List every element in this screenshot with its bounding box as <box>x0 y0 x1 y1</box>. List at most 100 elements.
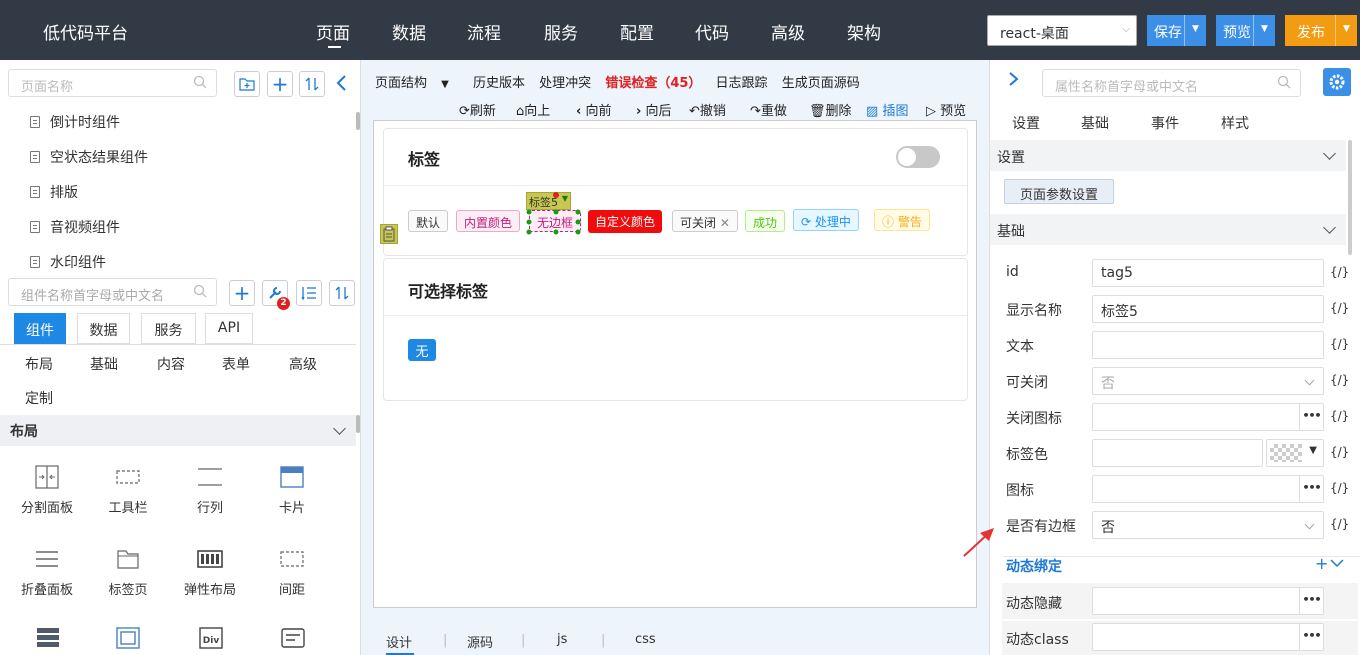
container-component-icon[interactable] <box>116 626 140 650</box>
component-search-input[interactable]: 组件名称首字母或中文名 <box>8 278 217 306</box>
tab-api[interactable]: API <box>205 313 253 344</box>
nav-code[interactable]: 代码 <box>682 19 742 44</box>
more-icon[interactable]: ••• <box>1299 404 1323 430</box>
toggle-switch[interactable] <box>896 146 940 168</box>
design-canvas[interactable]: 标签 标签5 ▼ 默认 内置颜色 无边框 自定义颜色 可关闭 ✕ 成功 ⟳ 处理中… <box>373 120 977 608</box>
close-icon[interactable]: ✕ <box>720 216 730 230</box>
move-forward-button[interactable]: ‹ 向前 <box>576 100 612 119</box>
fx-button[interactable]: {/} <box>1330 373 1349 387</box>
save-dropdown-icon[interactable]: ▼ <box>1184 15 1206 46</box>
tab-design[interactable]: 设计 <box>386 632 414 655</box>
env-select[interactable]: react-桌面 ⌵ <box>987 15 1137 46</box>
component-row-col[interactable]: 行列 <box>170 465 250 516</box>
settings-section-header[interactable]: 设置 <box>990 140 1346 171</box>
tag-borderless[interactable]: 无边框 <box>529 210 582 232</box>
tab-data[interactable]: 数据 <box>77 313 130 344</box>
category-form[interactable]: 表单 <box>222 354 250 374</box>
dyn-input-class[interactable]: ••• <box>1092 623 1324 651</box>
preview-dropdown-icon[interactable]: ▼ <box>1253 15 1275 46</box>
save-button[interactable]: 保存 ▼ <box>1147 15 1206 46</box>
tag-warning[interactable]: ⓘ 警告 <box>874 209 930 231</box>
category-basic[interactable]: 基础 <box>90 354 118 374</box>
tab-css[interactable]: css <box>635 632 656 647</box>
tab-js[interactable]: js <box>557 632 567 647</box>
error-check-button[interactable]: 错误检查（45） <box>605 76 701 91</box>
component-handle[interactable] <box>380 224 398 244</box>
property-settings-button[interactable] <box>1323 68 1351 96</box>
fx-button[interactable]: {/} <box>1330 409 1349 423</box>
tab-prop-settings[interactable]: 设置 <box>1012 113 1040 133</box>
page-tree-item[interactable]: 水印组件 <box>30 252 106 272</box>
tag-default[interactable]: 默认 <box>408 210 449 232</box>
nav-flow[interactable]: 流程 <box>454 19 514 44</box>
tab-source[interactable]: 源码 <box>467 632 493 651</box>
canvas-preview-button[interactable]: ▷ 预览 <box>926 100 966 119</box>
category-custom[interactable]: 定制 <box>25 388 53 408</box>
sort-components-button[interactable] <box>329 280 355 306</box>
category-advanced[interactable]: 高级 <box>289 354 317 374</box>
sort-pages-button[interactable] <box>299 71 325 97</box>
component-flex-layout[interactable]: 弹性布局 <box>170 547 250 598</box>
nav-architecture[interactable]: 架构 <box>834 19 894 44</box>
add-folder-button[interactable] <box>234 71 260 97</box>
dyn-input-hidden[interactable]: ••• <box>1092 587 1324 615</box>
page-tree-item[interactable]: 空状态结果组件 <box>30 147 148 167</box>
fx-button[interactable]: {/} <box>1330 301 1349 315</box>
tab-prop-basic[interactable]: 基础 <box>1081 113 1109 133</box>
nav-config[interactable]: 配置 <box>607 19 667 44</box>
page-tree-item[interactable]: 倒计时组件 <box>30 112 120 132</box>
nav-data[interactable]: 数据 <box>379 19 439 44</box>
collapse-panel-button[interactable] <box>334 71 350 95</box>
prop-input-tag-color[interactable] <box>1092 439 1263 467</box>
list-component-icon[interactable] <box>36 626 60 650</box>
tab-components[interactable]: 组件 <box>14 313 66 344</box>
prop-input-text[interactable] <box>1092 331 1324 359</box>
add-page-button[interactable]: + <box>267 71 293 97</box>
expand-panel-button[interactable] <box>1006 69 1020 89</box>
selected-component-label[interactable]: 标签5 ▼ <box>526 192 571 210</box>
gen-source-button[interactable]: 生成页面源码 <box>782 76 860 91</box>
color-picker[interactable]: ▼ <box>1266 439 1324 467</box>
list-order-button[interactable] <box>296 280 322 306</box>
prop-input-close-icon[interactable]: ••• <box>1092 403 1324 431</box>
undo-button[interactable]: ↶撤销 <box>689 100 726 119</box>
history-button[interactable]: 历史版本 <box>473 76 525 91</box>
tab-prop-events[interactable]: 事件 <box>1151 113 1179 133</box>
prop-input-id[interactable]: tag5 <box>1092 259 1324 287</box>
more-icon[interactable]: ••• <box>1299 624 1323 650</box>
fx-button[interactable]: {/} <box>1330 337 1349 351</box>
checkable-tag-card[interactable]: 可选择标签 无 <box>383 258 968 401</box>
component-tools-button[interactable]: 2 <box>262 280 290 310</box>
layout-section-header[interactable]: 布局 <box>0 415 356 446</box>
page-tree-scrollbar[interactable] <box>356 112 360 130</box>
prop-select-bordered[interactable]: 否 <box>1092 511 1324 539</box>
prop-input-display-name[interactable]: 标签5 <box>1092 295 1324 323</box>
properties-scrollbar[interactable] <box>1348 140 1352 255</box>
publish-dropdown-icon[interactable]: ▼ <box>1335 15 1357 46</box>
category-layout[interactable]: 布局 <box>25 354 53 374</box>
prop-input-icon[interactable]: ••• <box>1092 475 1324 503</box>
prop-select-closable[interactable]: 否 <box>1092 367 1324 395</box>
tag-closable[interactable]: 可关闭 ✕ <box>672 210 738 232</box>
component-space[interactable]: 间距 <box>252 547 332 598</box>
category-content[interactable]: 内容 <box>157 354 185 374</box>
add-binding-button[interactable]: + <box>1315 554 1328 573</box>
fx-button[interactable]: {/} <box>1330 445 1349 459</box>
tag-custom-color[interactable]: 自定义颜色 <box>588 210 663 233</box>
page-structure-menu[interactable]: 页面结构 ▼ <box>375 76 459 91</box>
page-search-input[interactable]: 页面名称 <box>8 69 217 97</box>
nav-page[interactable]: 页面 <box>303 19 363 44</box>
log-trace-button[interactable]: 日志跟踪 <box>716 76 768 91</box>
tab-prop-styles[interactable]: 样式 <box>1221 113 1249 133</box>
tab-services[interactable]: 服务 <box>141 313 196 344</box>
component-list-scrollbar[interactable] <box>356 415 360 433</box>
redo-button[interactable]: ↷重做 <box>750 100 787 119</box>
page-tree-item[interactable]: 排版 <box>30 182 78 202</box>
component-card[interactable]: 卡片 <box>252 465 332 516</box>
publish-button[interactable]: 发布 ▼ <box>1285 15 1357 46</box>
move-back-button[interactable]: › 向后 <box>636 100 672 119</box>
screenshot-button[interactable]: ▨ 插图 <box>866 100 908 119</box>
form-component-icon[interactable] <box>281 626 305 650</box>
checkable-tag[interactable]: 无 <box>408 339 436 361</box>
page-tree-item[interactable]: 音视频组件 <box>30 217 120 237</box>
